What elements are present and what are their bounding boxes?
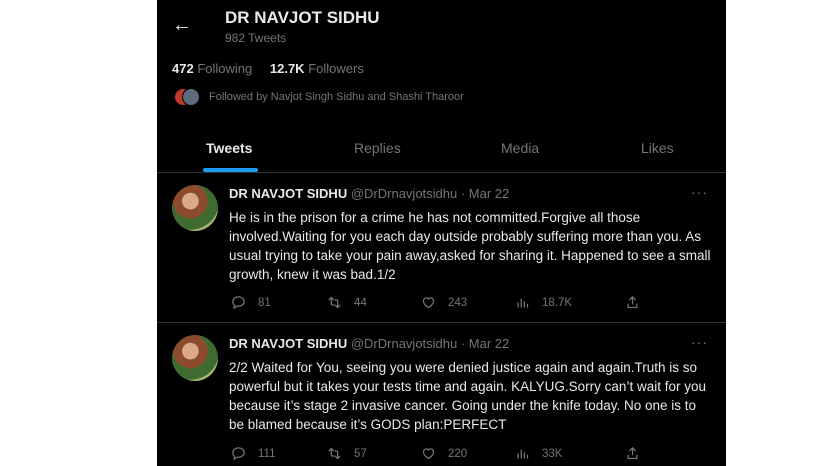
reply-count: 111 (258, 447, 276, 460)
tab-media[interactable]: Media (501, 140, 539, 156)
tab-tweets[interactable]: Tweets (206, 140, 252, 156)
retweet-icon (328, 296, 341, 309)
followers-link[interactable]: 12.7K Followers (270, 61, 364, 76)
retweet-count: 44 (354, 296, 367, 309)
author-meta: @DrDrnavjotsidhu · Mar 22 (350, 336, 510, 351)
bar-chart-icon (517, 449, 529, 459)
comment-icon (232, 296, 245, 310)
reply-button[interactable]: 81 (231, 295, 327, 310)
author-meta: @DrDrnavjotsidhu · Mar 22 (350, 186, 510, 201)
author-name[interactable]: DR NAVJOT SIDHU (229, 336, 347, 351)
bar-chart-icon (517, 298, 529, 308)
followed-by[interactable]: Followed by Navjot Singh Sidhu and Shash… (174, 88, 464, 106)
tweet-text: 2/2 Waited for You, seeing you were deni… (229, 360, 706, 432)
like-button[interactable]: 220 (421, 446, 515, 461)
follow-stats: 472 Following 12.7K Followers (172, 61, 378, 76)
comment-icon (232, 447, 245, 461)
tab-replies[interactable]: Replies (354, 140, 401, 156)
back-arrow-icon[interactable]: ← (172, 14, 192, 37)
like-count: 220 (448, 447, 468, 460)
tweet-text: He is in the prison for a crime he has n… (229, 210, 711, 282)
reply-count: 81 (258, 296, 271, 309)
followed-by-text: Followed by Navjot Singh Sidhu and Shash… (209, 91, 464, 103)
tweet[interactable]: DR NAVJOT SIDHU @DrDrnavjotsidhu · Mar 2… (157, 174, 726, 323)
tweet-count: 982 Tweets (225, 31, 287, 45)
tweet-actions: 81 44 243 18.7K (231, 295, 652, 310)
author-name[interactable]: DR NAVJOT SIDHU (229, 186, 347, 201)
view-count: 33K (542, 447, 563, 460)
following-link[interactable]: 472 Following (172, 61, 252, 76)
view-count: 18.7K (542, 296, 573, 309)
retweet-button[interactable]: 57 (327, 446, 421, 461)
avatar[interactable] (172, 185, 218, 231)
avatar (182, 88, 200, 106)
tweet-header: DR NAVJOT SIDHU @DrDrnavjotsidhu · Mar 2… (229, 336, 509, 351)
profile-header: ← DR NAVJOT SIDHU 982 Tweets (157, 0, 726, 52)
views-button[interactable]: 33K (515, 446, 625, 461)
share-icon (627, 446, 638, 460)
heart-icon (422, 297, 435, 309)
profile-tabs: Tweets Replies Media Likes (157, 128, 726, 173)
retweet-count: 57 (354, 447, 367, 460)
tab-likes[interactable]: Likes (641, 140, 674, 156)
follower-avatars (174, 88, 200, 106)
tweet-actions: 111 57 220 33K (231, 446, 652, 461)
views-button[interactable]: 18.7K (515, 295, 625, 310)
heart-icon (422, 448, 435, 460)
active-tab-indicator (203, 168, 258, 172)
like-button[interactable]: 243 (421, 295, 515, 310)
share-button[interactable] (625, 295, 652, 310)
share-button[interactable] (625, 446, 652, 461)
retweet-button[interactable]: 44 (327, 295, 421, 310)
more-icon[interactable]: ··· (691, 334, 708, 350)
retweet-icon (328, 447, 341, 460)
like-count: 243 (448, 296, 468, 309)
profile-name: DR NAVJOT SIDHU (225, 8, 380, 27)
reply-button[interactable]: 111 (231, 446, 327, 461)
profile-screen: ← DR NAVJOT SIDHU 982 Tweets 472 Followi… (157, 0, 726, 466)
tweet[interactable]: DR NAVJOT SIDHU @DrDrnavjotsidhu · Mar 2… (157, 324, 726, 466)
avatar[interactable] (172, 335, 218, 381)
more-icon[interactable]: ··· (691, 184, 708, 200)
share-icon (627, 295, 638, 309)
tweet-header: DR NAVJOT SIDHU @DrDrnavjotsidhu · Mar 2… (229, 186, 509, 201)
